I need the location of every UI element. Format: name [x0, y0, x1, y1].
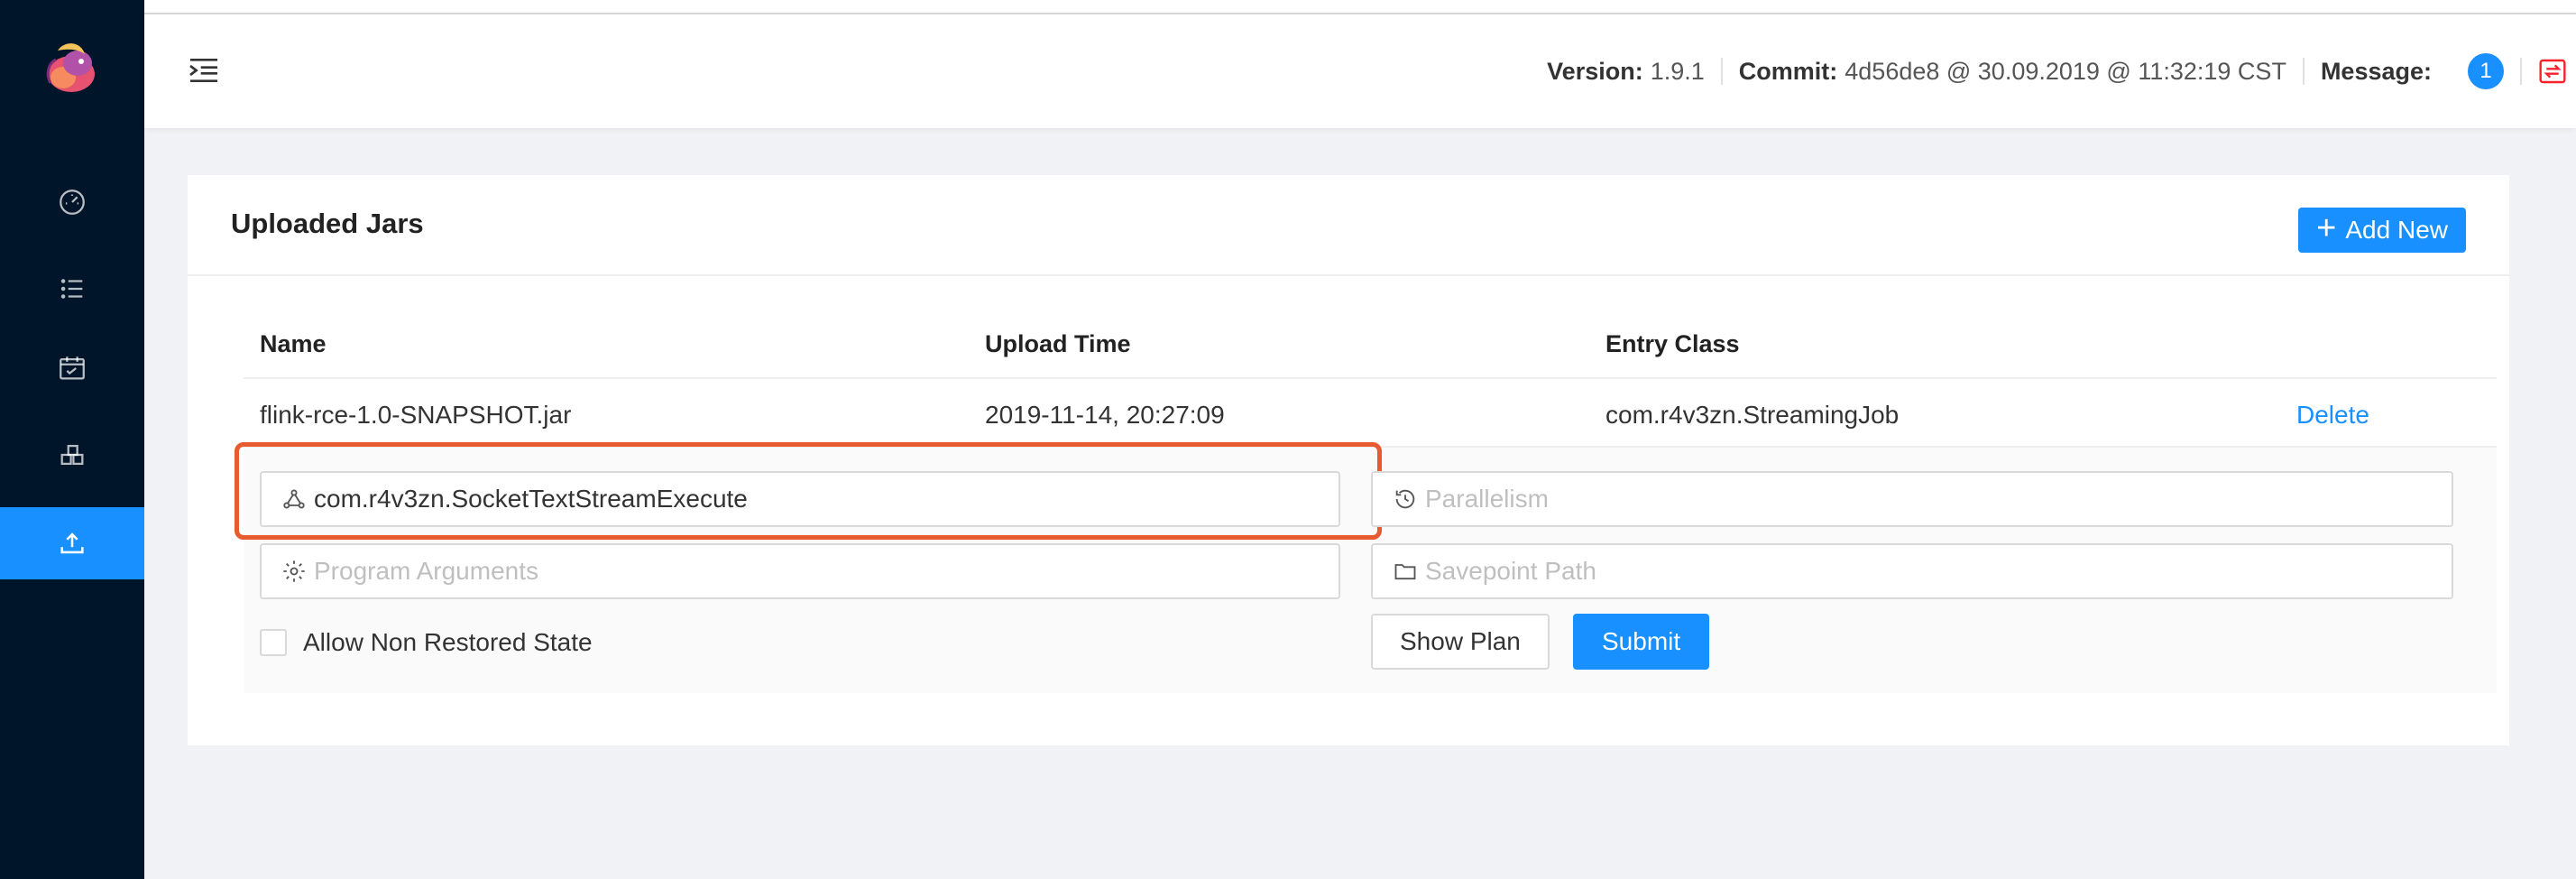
version-value: 1.9.1: [1650, 57, 1705, 85]
divider: [2302, 58, 2305, 85]
jar-entry-class: com.r4v3zn.StreamingJob: [1605, 401, 1900, 429]
program-arguments-input[interactable]: Program Arguments: [260, 543, 1340, 599]
show-plan-button[interactable]: Show Plan: [1371, 614, 1550, 670]
add-new-button[interactable]: + Add New: [2298, 208, 2466, 253]
refresh-icon[interactable]: [2538, 57, 2567, 86]
jars-table: Name Upload Time Entry Class flink-rce-1…: [235, 310, 2497, 693]
table-row[interactable]: flink-rce-1.0-SNAPSHOT.jar 2019-11-14, 2…: [244, 379, 2497, 448]
jar-upload-time: 2019-11-14, 20:27:09: [985, 401, 1225, 429]
card-header: Uploaded Jars + Add New: [188, 175, 2509, 276]
plus-icon: +: [2316, 209, 2337, 247]
message-badge[interactable]: 1: [2468, 53, 2504, 89]
commit-value: 4d56de8 @ 30.09.2019 @ 11:32:19 CST: [1845, 57, 2286, 85]
column-header-name: Name: [260, 330, 327, 357]
parallelism-placeholder: Parallelism: [1425, 485, 1549, 513]
nav-dashboard[interactable]: [0, 166, 144, 238]
sidebar: [0, 0, 144, 879]
header: Version: 1.9.1 Commit: 4d56de8 @ 30.09.2…: [144, 14, 2576, 128]
divider: [1720, 58, 1723, 85]
flink-logo[interactable]: [41, 38, 101, 97]
dashboard-icon: [60, 190, 85, 215]
parallelism-input[interactable]: Parallelism: [1371, 471, 2453, 527]
program-arguments-placeholder: Program Arguments: [314, 557, 538, 585]
submit-form: com.r4v3zn.SocketTextStreamExecute Paral…: [235, 442, 2497, 693]
message-label: Message:: [2320, 57, 2432, 85]
allow-non-restored-label: Allow Non Restored State: [303, 628, 593, 656]
allow-non-restored-row[interactable]: Allow Non Restored State: [260, 628, 593, 657]
column-header-entry-class: Entry Class: [1605, 330, 1740, 357]
highlight-box: [235, 442, 1382, 540]
savepoint-placeholder: Savepoint Path: [1425, 557, 1596, 585]
table-header: Name Upload Time Entry Class: [244, 310, 2497, 379]
history-icon: [1395, 489, 1415, 509]
header-info: Version: 1.9.1 Commit: 4d56de8 @ 30.09.2…: [1547, 14, 2576, 128]
column-header-upload-time: Upload Time: [985, 330, 1131, 357]
savepoint-path-input[interactable]: Savepoint Path: [1371, 543, 2453, 599]
folder-icon: [1394, 564, 1416, 580]
gear-icon: [283, 560, 305, 582]
jar-name: flink-rce-1.0-SNAPSHOT.jar: [260, 401, 572, 429]
card-title: Uploaded Jars: [231, 208, 424, 239]
upload-icon: [60, 532, 84, 554]
cluster-icon: [60, 444, 84, 466]
nav-submit[interactable]: [0, 507, 144, 579]
add-new-label: Add New: [2345, 216, 2448, 244]
menu-fold-icon[interactable]: [186, 52, 222, 88]
allow-non-restored-checkbox[interactable]: [260, 629, 287, 656]
schedule-icon: [60, 356, 85, 380]
nav-cluster[interactable]: [0, 419, 144, 491]
submit-button[interactable]: Submit: [1573, 614, 1710, 670]
top-border: [144, 0, 2576, 14]
version-label: Version:: [1547, 57, 1643, 85]
commit-label: Commit:: [1738, 57, 1838, 85]
nav-jobs[interactable]: [0, 253, 144, 325]
list-icon: [60, 279, 83, 299]
uploaded-jars-card: Uploaded Jars + Add New Name Upload Time…: [188, 175, 2509, 745]
divider: [2520, 58, 2522, 85]
delete-link[interactable]: Delete: [2296, 401, 2369, 430]
nav-schedule[interactable]: [0, 332, 144, 404]
